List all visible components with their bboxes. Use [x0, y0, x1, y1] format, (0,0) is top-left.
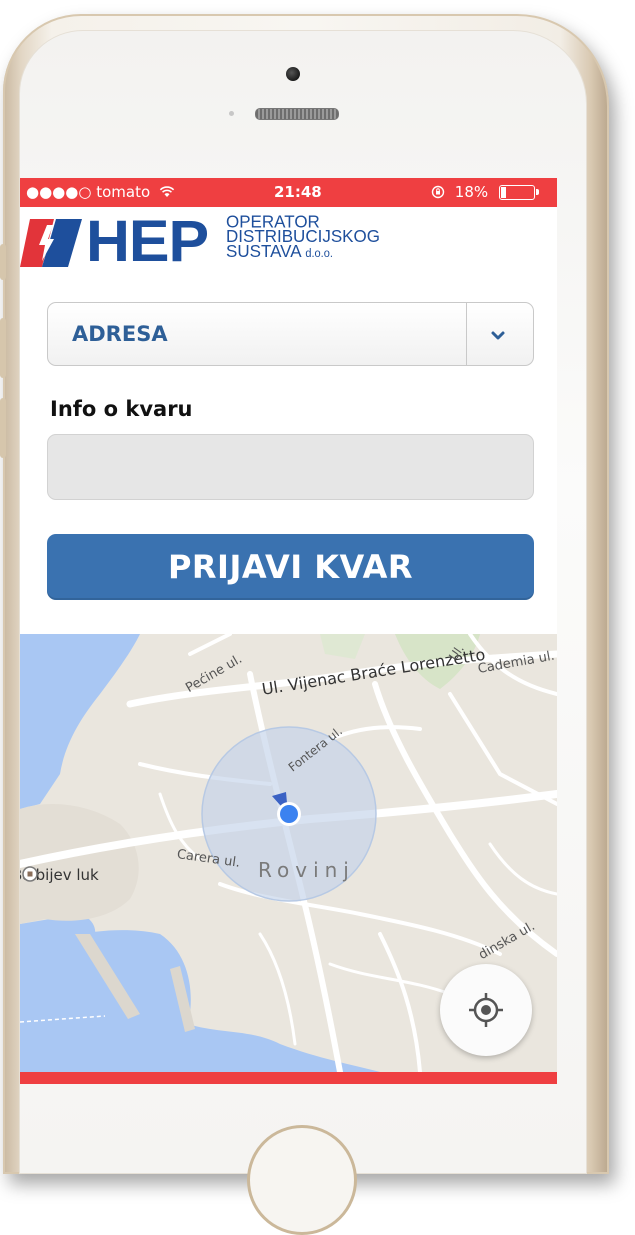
map-view[interactable]: Pećine ul. Ul. Vijenac Braće Lorenzetto …	[20, 634, 557, 1072]
select-divider	[466, 303, 467, 365]
battery-icon	[498, 185, 539, 200]
hep-subtitle: OPERATOR DISTRIBUCIJSKOG SUSTAVA d.o.o.	[226, 213, 380, 262]
info-label: Info o kvaru	[50, 397, 193, 421]
battery-percent: 18%	[454, 183, 489, 201]
phone-side-button	[0, 398, 6, 458]
address-select-value: ADRESA	[72, 322, 168, 346]
poi-label: Balbijev luk	[20, 866, 107, 884]
my-location-icon[interactable]	[467, 991, 505, 1029]
logo-line-3-text: SUSTAVA	[226, 241, 301, 262]
logo-line-3: SUSTAVA d.o.o.	[226, 241, 380, 262]
carrier-signal: ●●●●○ tomato	[26, 183, 175, 201]
phone-side-button	[0, 244, 6, 280]
my-location-button[interactable]	[440, 964, 532, 1056]
logo-suffix: d.o.o.	[305, 247, 333, 261]
rotation-lock-icon	[431, 183, 455, 201]
chevron-down-icon[interactable]	[490, 327, 506, 346]
status-time: 21:48	[274, 183, 322, 201]
app-screen: ●●●●○ tomato 21:48 18% HEP OPERATOR DIST…	[20, 178, 557, 1084]
phone-side-button	[0, 318, 6, 378]
bottom-accent-bar	[20, 1072, 557, 1084]
battery-indicator: 18%	[431, 183, 539, 201]
city-label: Rovinj	[258, 858, 355, 882]
hep-logo: HEP OPERATOR DISTRIBUCIJSKOG SUSTAVA d.o…	[20, 213, 420, 271]
fault-info-input[interactable]	[47, 434, 534, 500]
address-select[interactable]: ADRESA	[47, 302, 534, 366]
earpiece-speaker	[255, 108, 339, 120]
wifi-icon	[155, 183, 175, 201]
hep-lightning-mark	[20, 219, 82, 267]
home-button[interactable]	[247, 1125, 357, 1235]
front-camera	[286, 67, 300, 81]
report-fault-button[interactable]: PRIJAVI KVAR	[47, 534, 534, 600]
carrier-name: ●●●●○ tomato	[26, 183, 151, 201]
hep-wordmark: HEP	[86, 209, 209, 274]
proximity-sensor	[229, 111, 234, 116]
status-bar: ●●●●○ tomato 21:48 18%	[20, 178, 557, 207]
